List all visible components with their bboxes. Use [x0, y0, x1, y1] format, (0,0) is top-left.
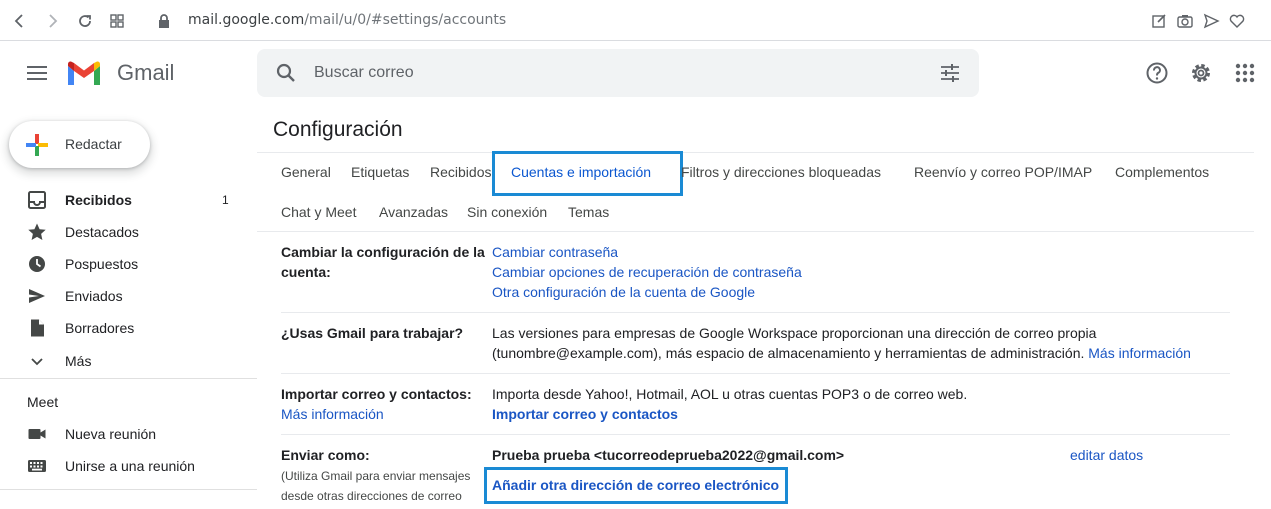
url-domain: mail.google.com [188, 12, 305, 28]
tab-addons[interactable]: Complementos [1115, 164, 1209, 180]
sidebar-item-label: Borradores [65, 320, 135, 336]
sidebar-divider [0, 378, 257, 379]
tab-labels[interactable]: Etiquetas [351, 164, 409, 180]
tab-general[interactable]: General [281, 164, 331, 180]
draft-file-icon [31, 319, 44, 337]
import-more-info-link[interactable]: Más información [281, 404, 384, 424]
tab-inbox[interactable]: Recibidos [430, 164, 491, 180]
help-icon[interactable] [1145, 61, 1169, 85]
sidebar-item-label: Recibidos [65, 192, 132, 208]
clock-icon [29, 256, 45, 272]
tab-offline[interactable]: Sin conexión [467, 204, 547, 220]
compose-label: Redactar [65, 136, 122, 152]
search-box[interactable]: Buscar correo [257, 49, 979, 97]
sidebar-item-snoozed[interactable]: Pospuestos [0, 248, 250, 280]
main-menu-icon[interactable] [27, 66, 47, 80]
reload-icon[interactable] [76, 12, 94, 30]
url-path: /mail/u/0/#settings/accounts [304, 12, 507, 28]
account-label-line2: cuenta: [281, 264, 331, 280]
sidebar-item-label: Más [65, 353, 92, 369]
browser-toolbar: mail.google.com/mail/u/0/#settings/accou… [0, 0, 1271, 41]
row-divider [281, 373, 1230, 374]
workspace-text-line1: Las versiones para empresas de Google Wo… [492, 325, 1097, 341]
import-label: Importar correo y contactos: [281, 386, 472, 402]
tabs-grid-icon[interactable] [108, 12, 126, 30]
work-label: ¿Usas Gmail para trabajar? [281, 325, 464, 341]
sidebar-item-sent[interactable]: Enviados [0, 280, 250, 312]
tab-advanced[interactable]: Avanzadas [379, 204, 448, 220]
workspace-more-info-link[interactable]: Más información [1088, 345, 1191, 361]
compose-button[interactable]: Redactar [9, 121, 150, 168]
plus-icon [26, 134, 48, 156]
change-password-link[interactable]: Cambiar contraseña [492, 242, 618, 262]
tab-filters[interactable]: Filtros y direcciones bloqueadas [681, 164, 881, 180]
import-mail-contacts-link[interactable]: Importar correo y contactos [492, 404, 678, 424]
send-as-label: Enviar como: [281, 447, 370, 463]
google-account-settings-link[interactable]: Otra configuración de la cuenta de Googl… [492, 282, 755, 302]
row-divider [281, 312, 1230, 313]
row-divider [281, 434, 1230, 435]
gmail-logo-icon[interactable] [66, 60, 102, 87]
apps-grid-icon[interactable] [1233, 61, 1257, 85]
sidebar-item-label: Nueva reunión [65, 426, 157, 442]
workspace-text-line2-row: (tunombre@example.com), más espacio de a… [492, 343, 1191, 363]
account-label-line1: Cambiar la configuración de la [281, 244, 485, 260]
gmail-brand: Gmail [117, 60, 175, 85]
address-bar[interactable]: mail.google.com/mail/u/0/#settings/accou… [188, 12, 506, 28]
add-address-highlight-box [484, 467, 788, 504]
sidebar-item-drafts[interactable]: Borradores [0, 312, 250, 344]
search-input[interactable]: Buscar correo [314, 64, 414, 82]
sidebar-item-join-meeting[interactable]: Unirse a una reunión [0, 450, 250, 482]
tabs-bottom-divider [257, 231, 1254, 232]
password-recovery-link[interactable]: Cambiar opciones de recuperación de cont… [492, 262, 802, 282]
sidebar-item-label: Enviados [65, 288, 123, 304]
star-icon [28, 223, 46, 240]
forward-icon[interactable] [43, 12, 61, 30]
sidebar-item-more[interactable]: Más [0, 345, 250, 377]
chevron-down-icon [31, 358, 43, 366]
send-icon [29, 289, 45, 303]
tab-chat-meet[interactable]: Chat y Meet [281, 204, 356, 220]
heart-icon[interactable] [1228, 12, 1246, 30]
page-title: Configuración [273, 118, 403, 141]
edit-info-link[interactable]: editar datos [1070, 445, 1143, 465]
sidebar-divider [0, 489, 257, 490]
account-settings-label: Cambiar la configuración de la cuenta: [281, 242, 485, 282]
settings-gear-icon[interactable] [1189, 61, 1213, 85]
edit-page-icon[interactable] [1150, 12, 1168, 30]
search-icon[interactable] [275, 62, 297, 84]
tab-themes[interactable]: Temas [568, 204, 609, 220]
tab-forwarding[interactable]: Reenvío y correo POP/IMAP [914, 164, 1092, 180]
sidebar-item-inbox[interactable]: Recibidos 1 [0, 184, 250, 216]
send-as-address: Prueba prueba <tucorreodeprueba2022@gmai… [492, 447, 845, 463]
search-options-icon[interactable] [939, 62, 961, 84]
sidebar-item-starred[interactable]: Destacados [0, 216, 250, 248]
meet-section-title: Meet [27, 394, 59, 410]
inbox-icon [28, 191, 46, 209]
lock-icon[interactable] [155, 12, 173, 30]
tabs-top-divider [257, 152, 1254, 153]
keyboard-icon [28, 460, 46, 472]
send-icon[interactable] [1202, 12, 1220, 30]
send-as-note-line2: desde otras direcciones de correo [281, 489, 462, 503]
camera-icon[interactable] [1176, 12, 1194, 30]
sidebar-item-label: Unirse a una reunión [65, 458, 195, 474]
tab-highlight-box [492, 151, 683, 196]
sidebar-item-label: Destacados [65, 224, 139, 240]
video-camera-icon [28, 429, 46, 439]
sidebar-item-new-meeting[interactable]: Nueva reunión [0, 418, 250, 450]
inbox-count-badge: 1 [222, 193, 229, 207]
sidebar-item-label: Pospuestos [65, 256, 139, 272]
import-description: Importa desde Yahoo!, Hotmail, AOL u otr… [492, 386, 968, 402]
back-icon[interactable] [11, 12, 29, 30]
workspace-text-line2: (tunombre@example.com), más espacio de a… [492, 345, 1085, 361]
send-as-note-line1: (Utiliza Gmail para enviar mensajes [281, 469, 471, 483]
